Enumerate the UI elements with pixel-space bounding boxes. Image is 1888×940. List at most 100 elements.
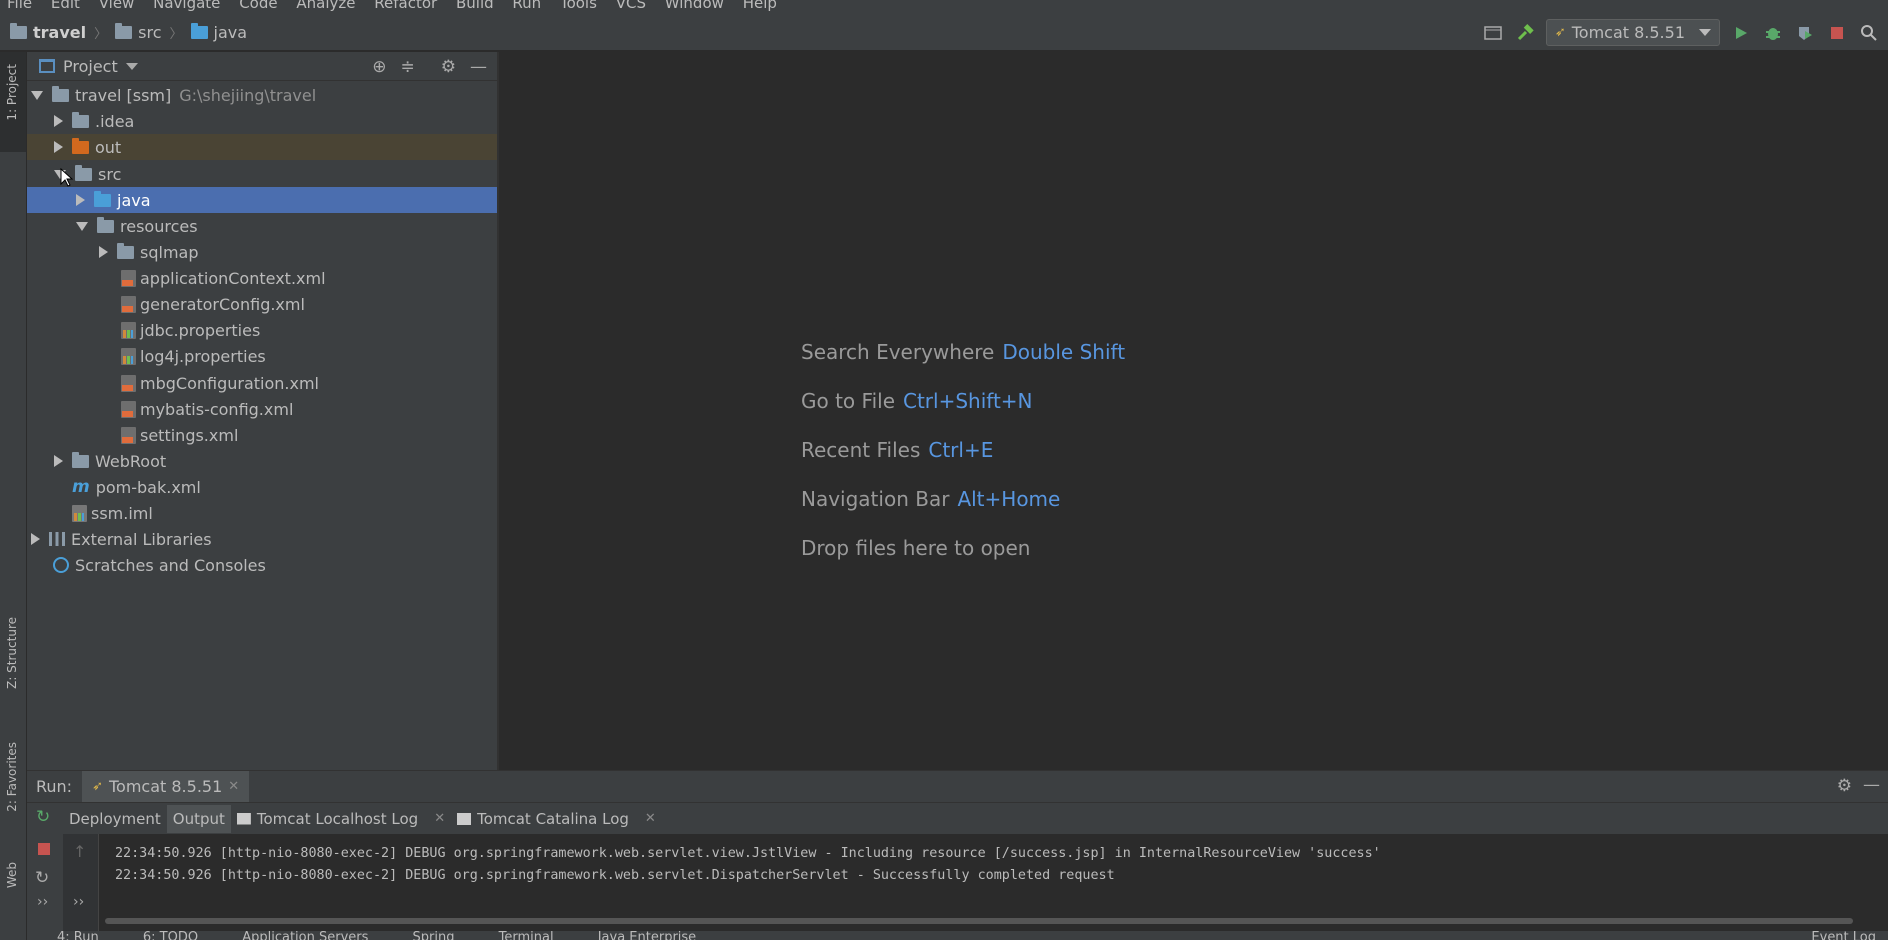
tree-node-jdbc-properties[interactable]: jdbc.properties [27, 317, 497, 343]
debug-icon[interactable] [1762, 22, 1784, 44]
rerun-icon[interactable]: ↻ [35, 868, 49, 888]
hint-shortcut: Alt+Home [957, 487, 1061, 511]
menu-tools[interactable]: Tools [553, 0, 604, 12]
source-folder-icon [190, 22, 208, 39]
menu-run[interactable]: Run [505, 0, 548, 12]
menu-help[interactable]: Help [736, 0, 784, 12]
tool-tab-event-log[interactable]: Event Log [1811, 930, 1876, 940]
expanded-arrow-icon[interactable] [76, 221, 88, 231]
project-panel-title[interactable]: Project [63, 57, 118, 76]
gear-icon[interactable]: ⚙ [441, 57, 456, 77]
tree-node-generatorconfig[interactable]: generatorConfig.xml [27, 291, 497, 317]
menu-code[interactable]: Code [232, 0, 284, 12]
build-hammer-icon[interactable] [1514, 22, 1536, 44]
locate-icon[interactable]: ⊕ [372, 57, 386, 77]
stop-icon[interactable] [37, 842, 51, 856]
collapsed-arrow-icon[interactable] [76, 194, 85, 206]
tree-node-external-libraries[interactable]: External Libraries [27, 526, 497, 552]
rerun-icon[interactable]: ↻ [36, 807, 50, 827]
scroll-up-icon[interactable]: ↑ [73, 842, 86, 861]
tree-node-applicationcontext[interactable]: applicationContext.xml [27, 265, 497, 291]
tab-output[interactable]: Output [166, 804, 231, 833]
close-icon[interactable]: ✕ [645, 811, 656, 826]
tree-node-scratches[interactable]: Scratches and Consoles [27, 552, 497, 578]
menu-view[interactable]: View [92, 0, 142, 12]
tree-node-label: log4j.properties [140, 346, 266, 366]
tree-node-settings[interactable]: settings.xml [27, 422, 497, 448]
gear-icon[interactable]: ⚙ [1837, 776, 1852, 796]
tree-node-webroot[interactable]: WebRoot [27, 448, 497, 474]
tree-node-log4j-properties[interactable]: log4j.properties [27, 343, 497, 369]
tree-node-sqlmap[interactable]: sqlmap [27, 239, 497, 265]
properties-file-icon [121, 321, 136, 339]
menu-vcs[interactable]: VCS [609, 0, 653, 12]
run-icon[interactable] [1730, 22, 1752, 44]
run-configuration-select[interactable]: ➶ Tomcat 8.5.51 [1545, 19, 1720, 46]
minimize-icon[interactable]: — [470, 57, 487, 77]
tool-tab-todo[interactable]: 6: TODO [143, 930, 198, 940]
web-tool-tab[interactable]: Web [5, 862, 19, 888]
breadcrumb-java[interactable]: java [214, 23, 248, 42]
breadcrumb-src[interactable]: src [138, 23, 161, 42]
close-icon[interactable]: ✕ [434, 811, 445, 826]
collapsed-arrow-icon[interactable] [31, 533, 40, 545]
project-tool-tab[interactable]: 1: Project [5, 64, 19, 121]
collapsed-arrow-icon[interactable] [99, 246, 108, 258]
tomcat-icon: ➶ [92, 779, 103, 794]
tab-deployment[interactable]: Deployment [63, 805, 167, 833]
tree-node-mbgconfiguration[interactable]: mbgConfiguration.xml [27, 370, 497, 396]
hint-shortcut: Ctrl+E [928, 438, 994, 462]
coverage-icon[interactable] [1794, 22, 1816, 44]
chevron-down-icon[interactable] [125, 62, 138, 70]
menu-navigate[interactable]: Navigate [146, 0, 227, 12]
console-gutter: ↑ ›› [63, 834, 99, 940]
tool-tab-application-servers[interactable]: Application Servers [242, 930, 368, 940]
tree-node-label: out [95, 137, 122, 157]
menu-refactor[interactable]: Refactor [367, 0, 444, 12]
menu-file[interactable]: File [0, 0, 39, 12]
menu-analyze[interactable]: Analyze [289, 0, 362, 12]
tab-tomcat-catalina-log[interactable]: Tomcat Catalina Log ✕ [451, 805, 662, 833]
scratches-icon [53, 557, 69, 573]
collapsed-arrow-icon[interactable] [54, 141, 63, 153]
menu-edit[interactable]: Edit [44, 0, 87, 12]
tree-node-travel[interactable]: travel [ssm] G:\shejiing\travel [27, 82, 497, 108]
menu-build[interactable]: Build [449, 0, 501, 12]
tree-node-src[interactable]: src [27, 161, 497, 187]
tree-node-mybatis-config[interactable]: mybatis-config.xml [27, 396, 497, 422]
tree-node-idea[interactable]: .idea [27, 108, 497, 134]
favorites-tool-tab[interactable]: 2: Favorites [5, 742, 19, 812]
minimize-icon[interactable]: — [1863, 775, 1880, 795]
run-actions-gutter: ↻ ›› [27, 834, 63, 940]
close-icon[interactable]: ✕ [228, 779, 239, 794]
editor-area: Search Everywhere Double Shift Go to File… [499, 52, 1888, 770]
tree-node-out[interactable]: out [27, 134, 497, 160]
structure-tool-tab[interactable]: Z: Structure [5, 617, 19, 689]
terminal-window-icon[interactable] [1482, 22, 1504, 44]
hint-label: Drop files here to open [801, 536, 1031, 560]
tab-label: Deployment [69, 809, 161, 828]
tree-node-resources[interactable]: resources [27, 213, 497, 239]
search-icon[interactable] [1858, 22, 1880, 44]
more-actions-icon[interactable]: ›› [37, 894, 48, 910]
run-tab-tomcat[interactable]: ➶ Tomcat 8.5.51 ✕ [82, 771, 250, 802]
tool-tab-java-enterprise[interactable]: Java Enterprise [598, 930, 696, 940]
tool-tab-run[interactable]: 4: Run [57, 930, 99, 940]
horizontal-scrollbar[interactable] [105, 918, 1853, 924]
tool-tab-terminal[interactable]: Terminal [499, 930, 554, 940]
stop-icon[interactable] [1826, 22, 1848, 44]
run-label: Run: [36, 777, 73, 796]
tree-node-java[interactable]: java [27, 187, 497, 213]
tree-node-pom-bak[interactable]: m pom-bak.xml [27, 474, 497, 500]
tool-tab-spring[interactable]: Spring [413, 930, 455, 940]
expanded-arrow-icon[interactable] [31, 90, 43, 100]
menu-window[interactable]: Window [658, 0, 731, 12]
collapsed-arrow-icon[interactable] [54, 115, 63, 127]
collapse-all-icon[interactable]: ≑ [401, 57, 415, 77]
tab-tomcat-localhost-log[interactable]: Tomcat Localhost Log ✕ [231, 805, 451, 833]
breadcrumb-project[interactable]: travel [33, 23, 86, 42]
more-actions-icon[interactable]: ›› [73, 894, 84, 910]
collapsed-arrow-icon[interactable] [54, 455, 63, 467]
source-folder-icon [94, 190, 111, 207]
tree-node-ssm-iml[interactable]: ssm.iml [27, 500, 497, 526]
